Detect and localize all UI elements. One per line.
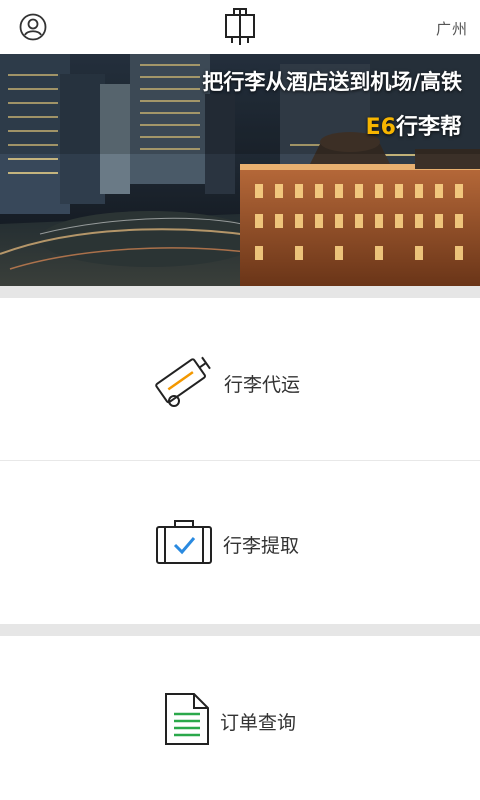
suitcase-check-icon [155,519,213,569]
section-gap [0,286,480,298]
user-icon[interactable] [18,12,48,42]
banner-headline: 把行李从酒店送到机场/高铁 [202,70,462,94]
brand-text: 行李帮 [395,115,462,140]
banner-brand: E6行李帮 [366,109,462,141]
menu-luggage-pickup[interactable]: 行李提取 [0,461,480,624]
city-selector[interactable]: 广州 [436,18,468,39]
menu-luggage-delivery[interactable]: 行李代运 [0,298,480,460]
promo-banner[interactable]: 把行李从酒店送到机场/高铁 E6行李帮 [0,54,480,286]
menu-label-luggage-delivery: 行李代运 [224,373,301,396]
document-list-icon [162,692,210,750]
menu-order-query[interactable]: 订单查询 [0,636,480,800]
luggage-trolley-icon [152,353,214,413]
menu-label-order-query: 订单查询 [220,711,297,734]
top-bar: 广州 [0,0,480,54]
section-gap [0,624,480,636]
menu-label-luggage-pickup: 行李提取 [223,534,300,557]
brand-accent: E6 [365,115,396,140]
luggage-logo-icon [222,6,258,48]
